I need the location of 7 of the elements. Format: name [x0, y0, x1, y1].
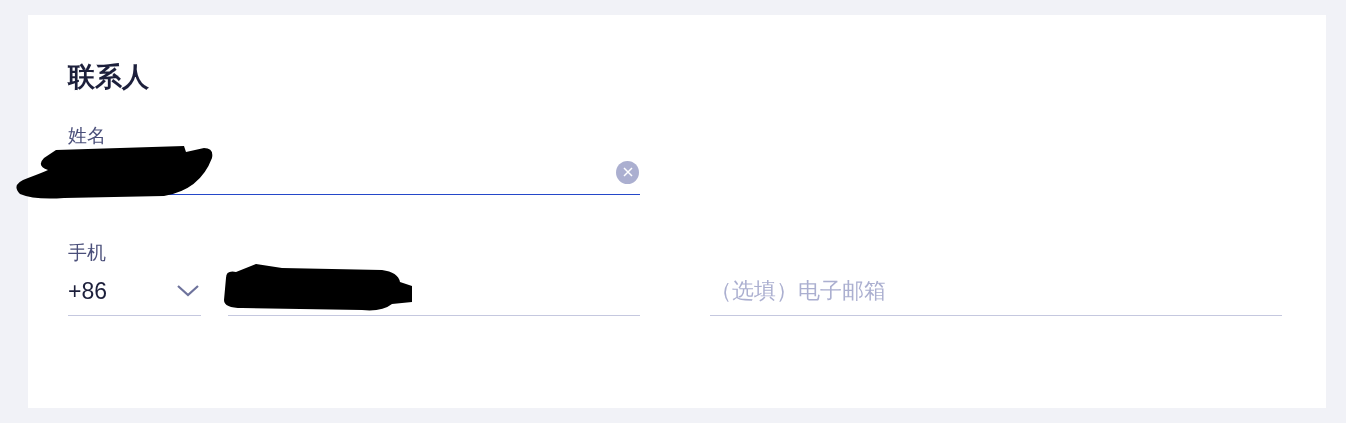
section-title: 联系人 — [68, 61, 149, 94]
chevron-down-icon — [177, 285, 199, 297]
email-field[interactable]: （选填）电子邮箱 — [710, 267, 1282, 316]
field-label: 手机 — [68, 241, 106, 265]
field-label: 姓名 — [68, 124, 106, 148]
country-code-select[interactable]: +86 — [68, 267, 201, 316]
clear-icon[interactable] — [616, 160, 639, 184]
